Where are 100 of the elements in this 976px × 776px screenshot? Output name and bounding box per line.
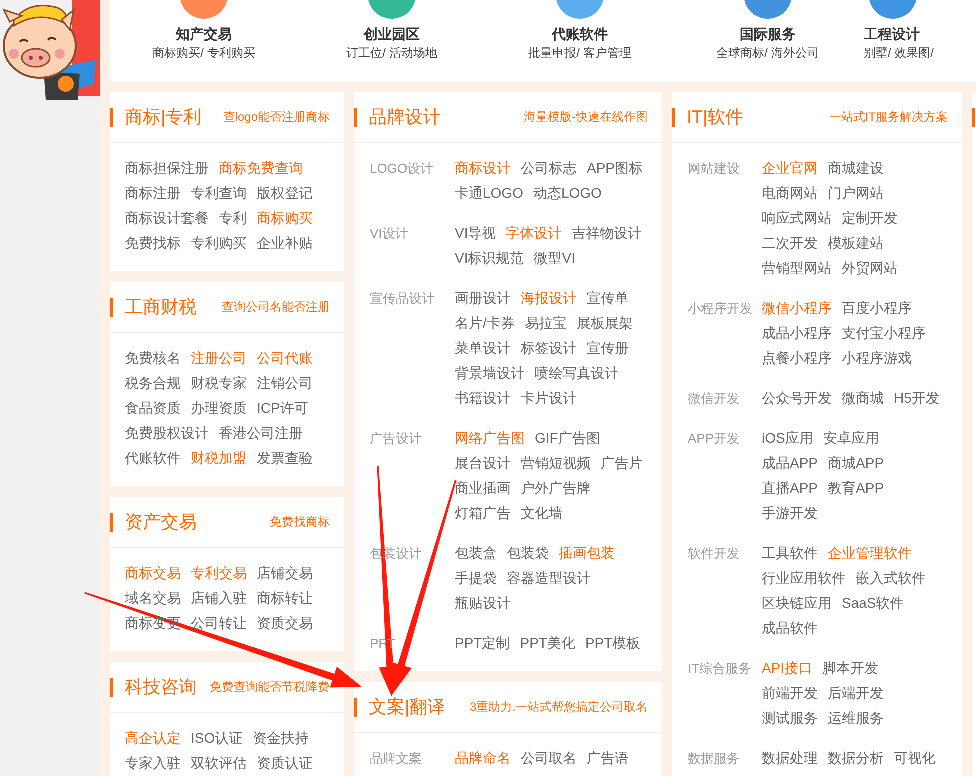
service-link[interactable]: 安卓应用 [823,426,880,451]
service-link[interactable]: 资质认证 [257,751,313,776]
service-link[interactable]: 免费股权设计 [125,421,209,446]
category-title[interactable]: 知产交易 [176,24,232,44]
service-link[interactable]: 宣传册 [587,336,629,361]
service-link[interactable]: 商标担保注册 [125,156,209,181]
service-link[interactable]: 免费找标 [125,231,181,256]
service-link[interactable]: 品牌命名 [455,746,511,771]
service-link[interactable]: 喷绘写真设计 [535,361,619,386]
service-link[interactable]: 动态LOGO [533,181,602,206]
category-title[interactable]: 代账软件 [552,24,608,44]
category-title[interactable]: 国际服务 [740,24,796,44]
service-link[interactable]: 成品APP [762,451,818,476]
service-link[interactable]: 专利交易 [191,561,247,586]
service-link[interactable]: 小程序游戏 [842,346,912,371]
service-link[interactable]: 教育APP [828,476,884,501]
service-link[interactable]: 商城建设 [828,156,884,181]
service-link[interactable]: 公众号开发 [762,386,832,411]
service-link[interactable]: 海报设计 [521,286,577,311]
service-link[interactable]: 注册公司 [191,346,247,371]
service-link[interactable]: 成品软件 [762,616,818,641]
service-link[interactable]: 公司代账 [257,346,313,371]
service-link[interactable]: 数据处理 [762,746,818,771]
service-link[interactable]: 行业应用软件 [762,566,846,591]
service-link[interactable]: 企业补贴 [257,231,313,256]
service-link[interactable]: 商标设计套餐 [125,206,209,231]
service-link[interactable]: H5开发 [894,386,940,411]
service-link[interactable]: 商标免费查询 [219,156,303,181]
service-link[interactable]: 展板展架 [576,311,633,336]
service-link[interactable]: SaaS软件 [842,591,904,616]
service-link[interactable]: 食品资质 [125,396,181,421]
service-link[interactable]: 前端开发 [762,681,818,706]
service-link[interactable]: 广告语 [587,746,629,771]
service-link[interactable]: 微商城 [842,386,884,411]
service-link[interactable]: 专利 [219,206,247,231]
service-link[interactable]: 名片/卡券 [455,311,515,336]
service-link[interactable]: 画册设计 [455,286,511,311]
service-link[interactable]: 可视化 [894,746,936,771]
service-link[interactable]: 响应式网站 [762,206,832,231]
service-link[interactable]: 办理资质 [191,396,247,421]
service-link[interactable]: 字体设计 [506,221,562,246]
service-link[interactable]: 瓶贴设计 [455,591,511,616]
service-link[interactable]: 直播APP [762,476,818,501]
service-link[interactable]: 版权登记 [257,181,313,206]
service-link[interactable]: 商标购买 [257,206,313,231]
service-link[interactable]: 代账软件 [125,446,181,471]
service-link[interactable]: 标签设计 [521,336,577,361]
service-link[interactable]: 点餐小程序 [762,346,832,371]
service-link[interactable]: 香港公司注册 [219,421,303,446]
service-link[interactable]: 区块链应用 [762,591,832,616]
service-link[interactable]: 商标注册 [125,181,181,206]
service-link[interactable]: 百度小程序 [842,296,912,321]
service-link[interactable]: 插画包装 [559,541,615,566]
service-link[interactable]: 背景墙设计 [455,361,525,386]
service-link[interactable]: 文化墙 [521,501,563,526]
service-link[interactable]: 双软评估 [191,751,247,776]
service-link[interactable]: 手游开发 [762,501,818,526]
category-icon[interactable] [179,0,229,20]
service-link[interactable]: 企业管理软件 [828,541,912,566]
service-link[interactable]: 运维服务 [828,706,884,731]
service-link[interactable]: 支付宝小程序 [842,321,926,346]
service-link[interactable]: 公司转让 [191,611,247,636]
category-icon[interactable] [555,0,605,20]
service-link[interactable]: 手提袋 [455,566,497,591]
service-link[interactable]: 财税加盟 [191,446,247,471]
category-icon[interactable] [367,0,417,20]
service-link[interactable]: 户外广告牌 [521,476,591,501]
service-link[interactable]: 书籍设计 [455,386,511,411]
service-link[interactable]: 微信小程序 [762,296,832,321]
service-link[interactable]: PPT美化 [520,631,576,656]
service-link[interactable]: 菜单设计 [455,336,511,361]
service-link[interactable]: 注销公司 [257,371,313,396]
service-link[interactable]: API接口 [762,656,813,681]
service-link[interactable]: iOS应用 [762,426,814,451]
category-title[interactable]: 创业园区 [364,24,420,44]
service-link[interactable]: 公司标志 [521,156,577,181]
service-link[interactable]: 包装盒 [455,541,497,566]
service-link[interactable]: 店铺入驻 [191,586,247,611]
service-link[interactable]: 门户网站 [828,181,884,206]
service-link[interactable]: 营销型网站 [762,256,832,281]
service-link[interactable]: 吉祥物设计 [572,221,642,246]
service-link[interactable]: 微型VI [534,246,576,271]
category-title[interactable]: 工程设计 [864,24,920,44]
service-link[interactable]: PPT模板 [585,631,641,656]
service-link[interactable]: 商标转让 [257,586,313,611]
service-link[interactable]: 展台设计 [455,451,511,476]
service-link[interactable]: 灯箱广告 [455,501,511,526]
service-link[interactable]: 财税专家 [191,371,247,396]
service-link[interactable]: 域名交易 [125,586,181,611]
category-icon[interactable] [743,0,793,20]
service-link[interactable]: 包装袋 [507,541,549,566]
service-link[interactable]: 资金扶持 [253,726,310,751]
service-link[interactable]: APP图标 [587,156,644,181]
promo-link[interactable]: 免费找商标 [270,514,330,530]
service-link[interactable]: VI标识规范 [455,246,524,271]
service-link[interactable]: 网络广告图 [455,426,525,451]
service-link[interactable]: 测试服务 [762,706,818,731]
service-link[interactable]: 专利查询 [191,181,247,206]
service-link[interactable]: 税务合规 [125,371,181,396]
service-link[interactable]: 专家入驻 [125,751,181,776]
